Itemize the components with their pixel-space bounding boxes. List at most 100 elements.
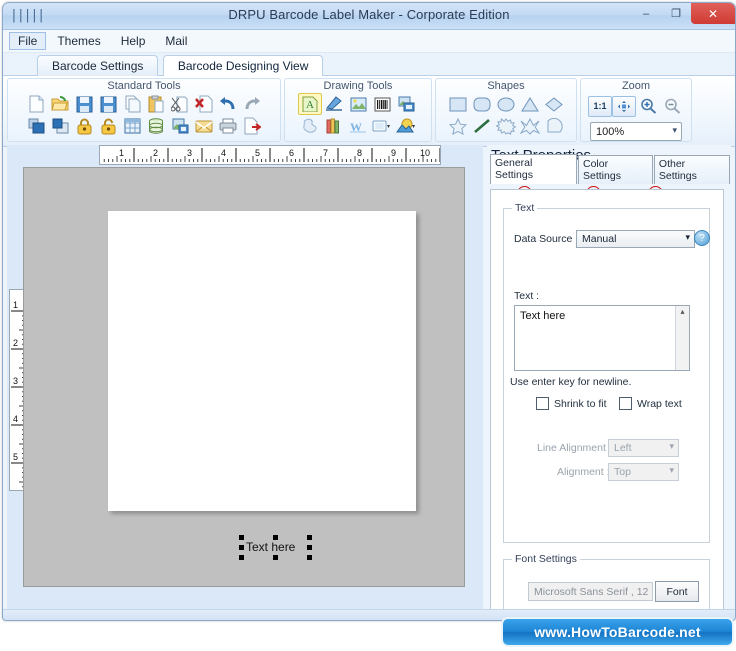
open-folder-icon[interactable] [48, 93, 72, 115]
menu-item-themes[interactable]: Themes [48, 32, 109, 50]
menu-item-file[interactable]: File [9, 32, 47, 50]
line-icon[interactable] [470, 115, 494, 137]
redo-icon[interactable] [240, 93, 264, 115]
svg-text:4: 4 [221, 148, 226, 158]
data-source-dropdown[interactable]: Manual ▾ [576, 230, 695, 248]
picture-tool-icon[interactable] [346, 93, 370, 115]
shapes-title: Shapes [487, 80, 525, 92]
line-alignment-dropdown[interactable]: Left ▾ [608, 439, 679, 457]
wrap-text-checkbox[interactable] [619, 397, 632, 410]
shapes-row-2 [446, 115, 566, 137]
resize-handle-se[interactable] [307, 555, 312, 560]
zoom-level-combobox[interactable]: 100% ▾ [590, 122, 682, 141]
export-icon[interactable] [240, 115, 264, 137]
tab-barcode-designing-view[interactable]: Barcode Designing View [162, 55, 324, 77]
tab-general-settings[interactable]: General Settings [490, 154, 577, 184]
four-point-star-icon[interactable] [518, 115, 542, 137]
text-tool-icon[interactable]: A [298, 93, 322, 115]
text-properties-panel: Text Properties General Settings Color S… [487, 145, 731, 620]
svg-text:8: 8 [357, 148, 362, 158]
tab-color-settings[interactable]: Color Settings [578, 155, 653, 184]
font-button[interactable]: Font [655, 581, 699, 602]
burst-icon[interactable] [494, 115, 518, 137]
svg-text:10: 10 [420, 148, 430, 158]
horizontal-ruler: 1 2 3 4 5 6 7 8 9 10 [99, 145, 441, 165]
gradient-tool-icon[interactable] [394, 115, 418, 137]
ellipse-icon[interactable] [494, 93, 518, 115]
text-input[interactable]: Text here ▴ [514, 305, 690, 371]
save-as-icon[interactable] [96, 93, 120, 115]
text-input-value: Text here [520, 310, 566, 322]
diamond-icon[interactable] [542, 93, 566, 115]
svg-text:9: 9 [391, 148, 396, 158]
resize-handle-w[interactable] [239, 545, 244, 550]
zoom-in-icon[interactable] [636, 95, 660, 117]
resize-handle-e[interactable] [307, 545, 312, 550]
font-value: Microsoft Sans Serif , 12 [534, 585, 649, 598]
delete-icon[interactable] [192, 93, 216, 115]
image-tool-icon[interactable] [394, 93, 418, 115]
resize-handle-ne[interactable] [307, 535, 312, 540]
minimize-button[interactable]: – [631, 3, 661, 24]
shrink-to-fit-label: Shrink to fit [554, 397, 607, 410]
print-icon[interactable] [216, 115, 240, 137]
scroll-up-icon[interactable]: ▴ [676, 306, 689, 316]
copy-icon[interactable] [120, 93, 144, 115]
chevron-down-icon: ▾ [669, 441, 674, 451]
lock-icon[interactable] [72, 115, 96, 137]
help-icon[interactable]: ? [694, 230, 710, 246]
design-canvas[interactable]: Text here [23, 167, 465, 587]
actual-size-icon[interactable]: 1:1 [588, 95, 612, 117]
alignment-dropdown[interactable]: Top ▾ [608, 463, 679, 481]
font-settings-legend: Font Settings [512, 553, 580, 565]
menu-item-help[interactable]: Help [112, 32, 155, 50]
tab-other-settings[interactable]: Other Settings [653, 155, 730, 184]
library-tool-icon[interactable] [322, 115, 346, 137]
database-icon[interactable] [144, 115, 168, 137]
menu-item-mail[interactable]: Mail [156, 32, 196, 50]
selected-text-object[interactable]: Text here [239, 535, 312, 560]
restore-button[interactable]: ❐ [661, 3, 691, 24]
undo-icon[interactable] [216, 93, 240, 115]
svg-text:6: 6 [289, 148, 294, 158]
bring-to-front-icon[interactable] [24, 115, 48, 137]
window-title: DRPU Barcode Label Maker - Corporate Edi… [228, 7, 510, 22]
shape-tool-icon[interactable] [298, 115, 322, 137]
close-button[interactable]: ✕ [691, 3, 735, 24]
text-input-scrollbar[interactable]: ▴ [675, 306, 689, 370]
pie-icon[interactable] [542, 115, 566, 137]
resize-handle-s[interactable] [273, 555, 278, 560]
wrap-text-row[interactable]: Wrap text [619, 397, 682, 410]
image-settings-icon[interactable] [168, 115, 192, 137]
unlock-icon[interactable] [96, 115, 120, 137]
star-icon[interactable] [446, 115, 470, 137]
frame-tool-icon[interactable] [370, 115, 394, 137]
rounded-rectangle-icon[interactable] [470, 93, 494, 115]
resize-handle-nw[interactable] [239, 535, 244, 540]
shrink-to-fit-checkbox[interactable] [536, 397, 549, 410]
rectangle-icon[interactable] [446, 93, 470, 115]
zoom-out-icon[interactable] [660, 95, 684, 117]
save-icon[interactable] [72, 93, 96, 115]
designer-area: 1 2 3 4 5 6 7 8 9 10 1 2 3 4 5 Text here [7, 145, 483, 609]
new-file-icon[interactable] [24, 93, 48, 115]
grid-icon[interactable] [120, 115, 144, 137]
label-paper[interactable] [108, 211, 416, 511]
svg-text:7: 7 [323, 148, 328, 158]
send-to-back-icon[interactable] [48, 115, 72, 137]
triangle-icon[interactable] [518, 93, 542, 115]
fit-to-window-icon[interactable] [612, 95, 636, 117]
paste-icon[interactable] [144, 93, 168, 115]
svg-text:1: 1 [119, 148, 124, 158]
email-icon[interactable] [192, 115, 216, 137]
signature-tool-icon[interactable] [322, 93, 346, 115]
watermark-tool-icon[interactable]: W [346, 115, 370, 137]
resize-handle-n[interactable] [273, 535, 278, 540]
tab-barcode-settings[interactable]: Barcode Settings [37, 55, 159, 76]
chevron-down-icon: ▾ [669, 465, 674, 475]
cut-icon[interactable] [168, 93, 192, 115]
shrink-to-fit-row[interactable]: Shrink to fit [536, 397, 607, 410]
alignment-label: Alignment : [557, 466, 610, 478]
resize-handle-sw[interactable] [239, 555, 244, 560]
barcode-tool-icon[interactable] [370, 93, 394, 115]
